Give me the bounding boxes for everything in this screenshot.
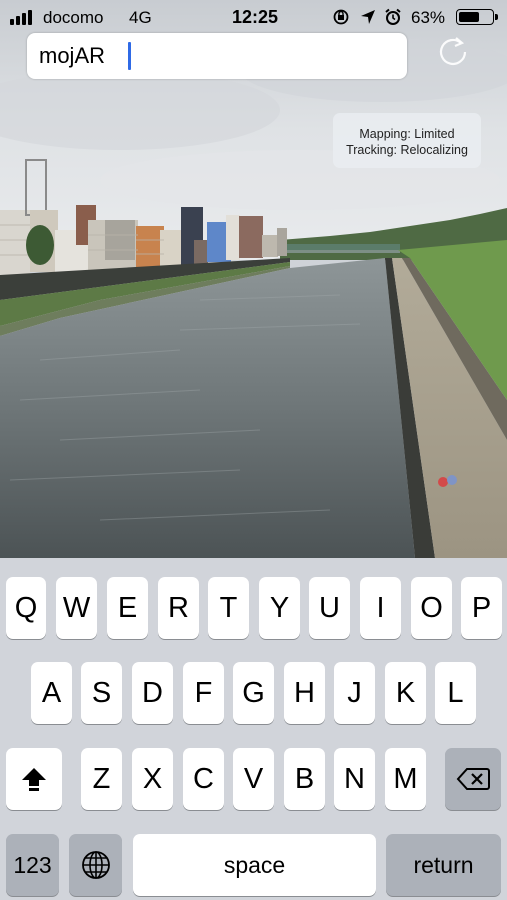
key-q[interactable]: Q xyxy=(6,577,46,639)
battery-icon xyxy=(456,9,494,25)
keyboard: Q W E R T Y U I O P A S D F G H J K L Z … xyxy=(0,558,507,900)
shift-icon xyxy=(22,768,46,791)
key-s[interactable]: S xyxy=(81,662,122,724)
numbers-key[interactable]: 123 xyxy=(6,834,59,896)
search-field[interactable] xyxy=(27,33,407,79)
river-scene xyxy=(0,0,507,558)
key-o[interactable]: O xyxy=(411,577,452,639)
clock: 12:25 xyxy=(232,7,279,27)
key-z[interactable]: Z xyxy=(81,748,122,810)
return-key[interactable]: return xyxy=(386,834,501,896)
key-x[interactable]: X xyxy=(132,748,173,810)
key-i[interactable]: I xyxy=(360,577,401,639)
status-bar: docomo 4G 12:25 63% xyxy=(0,0,507,34)
key-p[interactable]: P xyxy=(461,577,502,639)
ar-session-status: Mapping: Limited Tracking: Relocalizing xyxy=(333,113,481,168)
key-f[interactable]: F xyxy=(183,662,224,724)
network-type: 4G xyxy=(129,8,152,27)
location-arrow-icon xyxy=(361,10,375,24)
key-m[interactable]: M xyxy=(385,748,426,810)
battery-percent: 63% xyxy=(411,8,446,27)
globe-icon xyxy=(81,851,110,879)
refresh-icon xyxy=(439,37,467,65)
key-u[interactable]: U xyxy=(309,577,350,639)
key-l[interactable]: L xyxy=(435,662,476,724)
key-n[interactable]: N xyxy=(334,748,375,810)
ar-camera-view[interactable] xyxy=(0,0,507,558)
key-g[interactable]: G xyxy=(233,662,274,724)
text-cursor xyxy=(128,42,131,70)
reset-button[interactable] xyxy=(434,33,472,71)
search-input[interactable] xyxy=(37,39,401,73)
key-a[interactable]: A xyxy=(31,662,72,724)
key-h[interactable]: H xyxy=(284,662,325,724)
key-y[interactable]: Y xyxy=(259,577,300,639)
key-j[interactable]: J xyxy=(334,662,375,724)
battery-cap xyxy=(495,14,498,20)
key-e[interactable]: E xyxy=(107,577,148,639)
tracking-status: Tracking: Relocalizing xyxy=(346,143,468,157)
key-t[interactable]: T xyxy=(208,577,249,639)
key-r[interactable]: R xyxy=(158,577,199,639)
delete-icon xyxy=(456,768,490,790)
key-k[interactable]: K xyxy=(385,662,426,724)
key-b[interactable]: B xyxy=(284,748,325,810)
orientation-lock-icon xyxy=(333,9,349,25)
signal-icon xyxy=(10,9,38,25)
delete-key[interactable] xyxy=(445,748,501,810)
space-key[interactable]: space xyxy=(133,834,376,896)
carrier-label: docomo xyxy=(43,8,104,27)
key-w[interactable]: W xyxy=(56,577,97,639)
alarm-icon xyxy=(385,8,401,25)
key-d[interactable]: D xyxy=(132,662,173,724)
shift-key[interactable] xyxy=(6,748,62,810)
globe-key[interactable] xyxy=(69,834,122,896)
key-v[interactable]: V xyxy=(233,748,274,810)
key-c[interactable]: C xyxy=(183,748,224,810)
mapping-status: Mapping: Limited xyxy=(359,127,455,141)
